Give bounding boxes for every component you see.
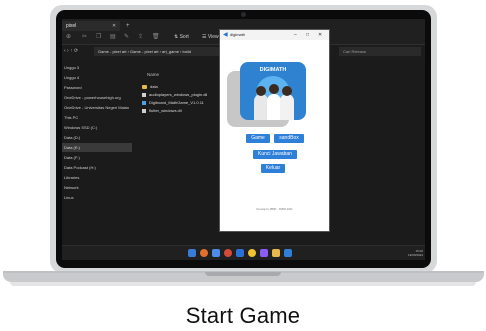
file-row[interactable]: Digiboard_MathGame_V1.0.11 [142,99,204,107]
answer-key-button[interactable]: Kunci Jawaban [253,150,297,159]
search-input[interactable]: Cari Release [339,47,421,56]
webcam [241,12,246,17]
share-icon[interactable]: ⇪ [138,33,143,42]
tab-close-icon[interactable]: ✕ [112,21,116,31]
sidebar-item[interactable]: Password [62,83,132,92]
sidebar-item[interactable]: Network [62,183,132,192]
preview-pane [332,59,425,245]
digimath-logo: DIGIMATH [240,62,306,120]
path-breadcrumb[interactable]: Game - pixel art › Game - pixel art › ar… [94,47,231,56]
sidebar-item[interactable]: This PC [62,113,132,122]
digimath-app-window: ◀ digimath – □ ✕ DIGIMATH Game sandBox K… [219,29,330,232]
sandbox-button[interactable]: sandBox [274,134,304,143]
vscode-icon[interactable] [236,249,244,257]
student-head [269,84,279,94]
sidebar-item[interactable]: Linux [62,193,132,202]
folder-icon [142,84,147,89]
sidebar-item[interactable]: OneDrive - powerhousehigh.org [62,93,132,102]
file-icon [142,108,146,113]
column-header-name[interactable]: Name [147,72,159,77]
navigation-sidebar: Unggu 3 Unggu 4 Password OneDrive - powerho… [62,59,132,245]
file-row[interactable]: audioplayers_windows_plugin.dll [142,91,207,99]
browser-icon[interactable] [200,249,208,257]
new-icon[interactable]: ⊕ [66,33,71,42]
file-row[interactable]: data [142,83,158,91]
student-head [282,86,292,96]
sidebar-item[interactable]: Data Podcast (H:) [62,163,132,172]
delete-icon[interactable]: 🗑 [152,33,160,42]
sidebar-item[interactable]: Data (D:) [62,133,132,142]
sidebar-item[interactable]: Libraries [62,173,132,182]
game-button[interactable]: Game [246,134,270,143]
app-footer: Develop by PBMT - FMIPA 2024 [256,208,293,211]
sidebar-item[interactable]: OneDrive - Universitas Negeri Malan [62,103,132,112]
clock-date: 19/05/2024 [408,253,424,257]
laptop-screen: pixel ✕ + ⊕ ✂ ❐ ▤ ✎ ⇪ 🗑 ⇅ Sort ☰ View ‹ … [62,19,425,260]
files-icon[interactable] [248,249,256,257]
paste-icon[interactable]: ▤ [110,33,116,42]
laptop-shadow [10,282,476,286]
student-head [256,86,266,96]
close-button[interactable]: ✕ [318,31,322,39]
logo-text: DIGIMATH [259,67,287,73]
digimath-taskbar-icon[interactable] [284,249,292,257]
sidebar-item[interactable]: Data (E:) [62,143,132,152]
view-button[interactable]: ☰ View [202,33,219,42]
windows-start-icon[interactable] [188,249,196,257]
file-row[interactable]: flutter_windows.dll [142,107,182,115]
chrome-icon[interactable] [224,249,232,257]
new-tab-button[interactable]: + [126,21,130,31]
student-figure [267,94,281,120]
navigation-arrows[interactable]: ‹ › ↑ ⟳ [64,47,78,56]
exit-button[interactable]: Keluar [261,164,285,173]
app-icon[interactable] [212,249,220,257]
cut-icon[interactable]: ✂ [82,33,87,42]
copy-icon[interactable]: ❐ [96,33,101,42]
app-title-bar: ◀ digimath – □ ✕ [220,30,329,40]
system-clock[interactable]: 15:00 19/05/2024 [408,249,423,257]
folder-icon[interactable] [272,249,280,257]
sidebar-item[interactable]: Unggu 3 [62,63,132,72]
media-icon[interactable] [260,249,268,257]
sidebar-item[interactable]: Windows SSD (C:) [62,123,132,132]
student-figure [280,94,294,120]
student-figure [254,94,268,120]
rename-icon[interactable]: ✎ [124,33,129,42]
maximize-button[interactable]: □ [306,31,309,39]
app-logo-icon: ◀ [223,32,228,38]
file-icon [142,92,146,97]
sidebar-item[interactable]: Data (F:) [62,153,132,162]
sort-button[interactable]: ⇅ Sort [174,33,189,42]
taskbar: 15:00 19/05/2024 [62,245,425,260]
flutter-app-icon [142,100,146,105]
laptop-notch [205,272,281,276]
sidebar-item[interactable]: Unggu 4 [62,73,132,82]
minimize-button[interactable]: – [294,31,297,39]
app-title: digimath [230,32,246,37]
caption-title: Start Game [185,303,301,328]
